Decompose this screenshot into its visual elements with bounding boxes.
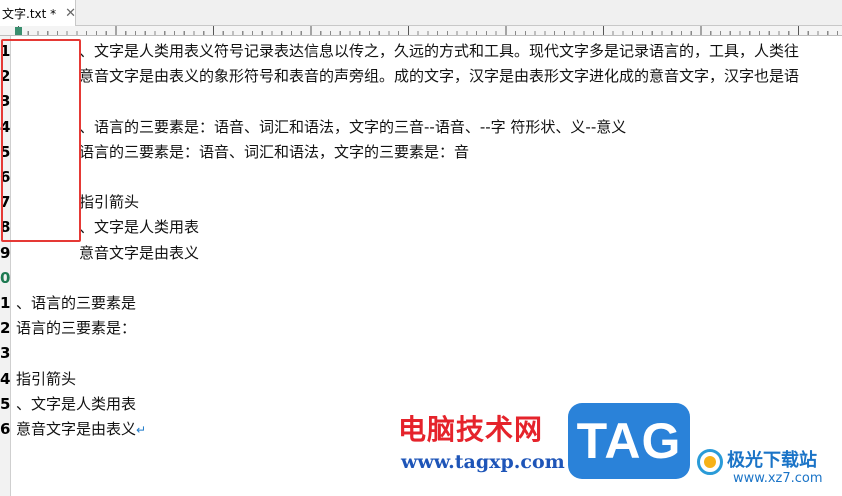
line-number: 9: [0, 243, 11, 262]
text-line[interactable]: 、语言的三要素是: [16, 293, 136, 313]
text-line[interactable]: 指引箭头: [16, 369, 76, 389]
highlight-box: [1, 39, 81, 242]
text-line-content: 、语言的三要素是：语音、词汇和语法，文字的三音--语音、--字 符形状、义--意…: [79, 117, 627, 136]
text-line-content: 意音文字是由表义的象形符号和表音的声旁组。成的文字，汉字是由表形文字进化成的意音…: [79, 67, 800, 86]
line-number: 1: [0, 294, 11, 312]
tab-bar: 文字.txt * ✕: [0, 0, 842, 26]
text-line[interactable]: 语言的三要素是：: [16, 318, 136, 338]
line-number: 2: [0, 319, 11, 338]
watermark-brand-name: 极光下载站: [727, 450, 817, 471]
text-line-content: 、文字是人类用表义符号记录表达信息以传之，久远的方式和工具。现代文字多是记录语言…: [79, 42, 800, 60]
text-line-content: 、文字是人类用表: [16, 394, 137, 413]
text-line[interactable]: 语言的三要素是：语音、词汇和语法，文字的三要素是：音: [79, 142, 469, 162]
text-line[interactable]: 、文字是人类用表义符号记录表达信息以传之，久远的方式和工具。现代文字多是记录语言…: [79, 41, 799, 61]
line-number: 3: [0, 344, 11, 363]
text-line-content: 、文字是人类用表: [79, 218, 200, 237]
watermark-tag-badge: TAG: [568, 403, 690, 479]
line-number: 5: [0, 394, 11, 413]
text-line[interactable]: 意音文字是由表义: [79, 243, 199, 263]
tab-title: 文字.txt *: [2, 6, 57, 21]
watermark-site-url: www.tagxp.com: [401, 451, 565, 473]
ruler-indent-marker[interactable]: [15, 27, 22, 35]
watermark-brand-url: www.xz7.com: [733, 471, 823, 486]
line-number: 6: [0, 420, 11, 438]
line-end-arrow-icon: ↵: [136, 423, 147, 437]
line-number: 0: [0, 268, 11, 287]
close-icon[interactable]: ✕: [65, 7, 76, 20]
text-line-content: 、语言的三要素是: [16, 294, 137, 312]
text-line-content: 意音文字是由表义: [16, 420, 137, 438]
text-line[interactable]: 、文字是人类用表: [16, 394, 136, 414]
ruler-ticks: [18, 26, 842, 35]
line-number: 4: [0, 369, 11, 388]
text-line[interactable]: 意音文字是由表义的象形符号和表音的声旁组。成的文字，汉字是由表形文字进化成的意音…: [79, 66, 799, 86]
text-line[interactable]: 、文字是人类用表: [79, 217, 199, 237]
text-line-content: 指引箭头: [16, 369, 77, 388]
text-line[interactable]: 指引箭头: [79, 192, 139, 212]
aurora-logo-icon: [697, 449, 723, 475]
watermark-site-name: 电脑技术网: [398, 413, 544, 446]
tab-file[interactable]: 文字.txt * ✕: [0, 0, 76, 26]
text-line[interactable]: 意音文字是由表义↵: [16, 419, 146, 440]
text-line-content: 意音文字是由表义: [79, 243, 200, 262]
ruler: [0, 26, 842, 36]
text-line-content: 语言的三要素是：: [16, 319, 137, 338]
text-line-content: 指引箭头: [79, 193, 140, 212]
text-line[interactable]: 、语言的三要素是：语音、词汇和语法，文字的三音--语音、--字 符形状、义--意…: [79, 117, 626, 137]
text-line-content: 语言的三要素是：语音、词汇和语法，文字的三要素是：音: [79, 142, 470, 161]
